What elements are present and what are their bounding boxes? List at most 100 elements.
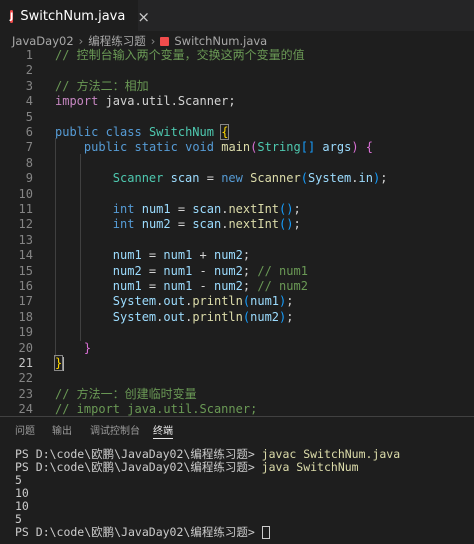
code-token: println [192,294,243,309]
code-token: ) [351,140,359,155]
terminal-line: PS D:\code\欧鹏\JavaDay02\编程练习题> java Swit… [15,461,470,474]
code-token: public [55,125,99,139]
code-token: scan [170,171,200,186]
code-token: static [134,140,178,155]
code-token: num1 [112,279,142,293]
bottom-panel: 问题 输出 调试控制台 终端 PS D:\code\欧鹏\JavaDay02\编程练习… [0,416,474,544]
code-token: new [221,171,243,186]
code-token: // num2 [257,279,308,293]
code-token: System [307,171,352,186]
code-token: num2 [213,279,243,293]
line-number: 24 [18,402,33,416]
terminal-cursor [261,526,270,539]
code-token: ; [242,279,258,293]
code-token: [] [300,140,316,155]
code-token: num2 [112,263,142,278]
code-token: scan [192,202,222,216]
terminal-line: PS D:\code\欧鹏\JavaDay02\编程练习题> [15,526,470,539]
code-editor[interactable]: 1// 控制台输入两个变量，交换这两个变量的值 2 3// 方法二：相加 4 impor… [0,44,474,416]
code-token: ; [242,248,251,263]
code-token: num2 [213,248,243,263]
editor-tab-bar: J SwitchNum.java × [0,0,474,32]
code-line[interactable]: 24 // import java.util.Scanner; [0,400,474,416]
code-token: scan [192,217,222,232]
code-token: = [141,248,164,263]
terminal-line: 10 [15,499,29,513]
code-token: println [192,309,243,324]
code-token: class [105,125,142,139]
code-token: } [53,355,64,371]
code-token: num2 [213,263,243,278]
code-token: num1 [163,279,193,293]
panel-tab[interactable]: 调试控制台 [90,422,140,437]
terminal-line: 10 [15,486,29,500]
code-token: . [351,171,359,186]
panel-tabs: 问题 输出 调试控制台 终端 [0,417,474,441]
code-token: () [279,217,294,232]
code-token: = [141,263,164,278]
code-token: num1 [163,263,193,278]
text-cursor [62,356,65,371]
code-token: } [83,340,92,355]
code-token: nextInt [228,217,280,232]
panel-tab[interactable]: 输出 [52,422,72,437]
terminal-line: 5 [15,473,22,487]
code-token: ; [293,202,301,216]
code-token: Scanner [250,171,301,186]
terminal-prompt: PS D:\code\欧鹏\JavaDay02\编程练习题> [15,447,262,461]
code-token: + [192,248,214,263]
code-token: = [199,171,222,186]
active-tab-indicator [153,438,173,439]
code-token: in [358,171,373,186]
code-token: nextInt [228,202,280,216]
java-file-icon: J [10,10,14,23]
code-token: ; [242,263,258,278]
code-token: = [170,217,193,232]
code-token: num1 [112,248,142,263]
code-token: // 控制台输入两个变量，交换这两个变量的值 [55,48,305,62]
code-token: { [220,124,230,140]
code-token: num1 [141,202,171,216]
code-token: // 方法一：创建临时变量 [55,386,197,401]
code-token: = [170,202,193,216]
terminal-prompt: PS D:\code\欧鹏\JavaDay02\编程练习题> [15,525,262,539]
terminal-output[interactable]: PS D:\code\欧鹏\JavaDay02\编程练习题> javac Swi… [15,448,470,539]
code-token: System [112,309,157,324]
code-token: int [112,202,135,216]
code-token: num1 [163,248,193,263]
tab-label: SwitchNum.java [20,9,126,24]
code-token: String [257,140,301,155]
code-token: main [221,140,251,155]
panel-tab[interactable]: 终端 [153,422,173,437]
code-token: int [112,217,135,232]
code-text: // import java.util.Scanner; [55,400,257,416]
code-token: import [55,94,99,109]
code-token: ; [286,309,294,324]
code-token: args [322,140,352,155]
code-token: out [163,294,186,309]
code-token: { [365,140,374,155]
code-token: num2 [141,217,171,232]
close-icon[interactable]: × [137,8,150,26]
panel-tab[interactable]: 问题 [15,422,35,437]
code-token: num1 [250,294,280,309]
code-token: () [279,202,294,216]
tab-switchnum-java[interactable]: J SwitchNum.java × [0,0,150,32]
code-token: SwitchNum [148,125,214,139]
code-token: = [141,279,164,293]
code-token: ; [286,294,294,309]
code-token: - [192,279,214,293]
code-token: - [192,263,214,278]
